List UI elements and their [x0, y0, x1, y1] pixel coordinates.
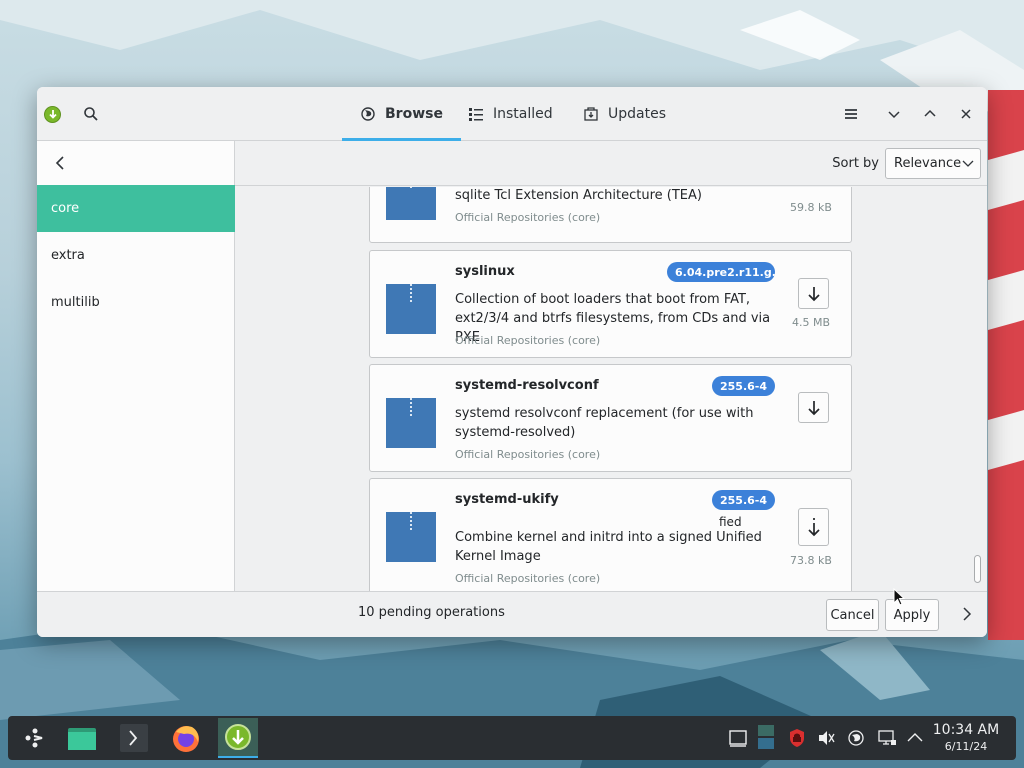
- sort-dropdown-value: Relevance: [894, 156, 962, 171]
- sidebar-item-core[interactable]: core: [37, 185, 235, 232]
- pending-operations-count: 10 pending operations: [358, 605, 505, 620]
- chevron-down-icon: [962, 160, 974, 167]
- version-badge: 6.04.pre2.r11.g...: [667, 262, 775, 282]
- app-launcher-icon[interactable]: [18, 722, 50, 754]
- package-description: Combine kernel and initrd into a signed …: [455, 530, 762, 564]
- package-description: systemd resolvconf replacement (for use …: [455, 406, 754, 440]
- file-manager-icon[interactable]: [66, 722, 98, 754]
- security-shield-icon[interactable]: [787, 728, 807, 748]
- version-badge: 255.6-4: [711, 376, 775, 396]
- sidebar-item-label: multilib: [51, 295, 100, 310]
- show-desktop-icon[interactable]: [728, 728, 748, 748]
- discover-icon: [225, 724, 251, 750]
- package-name: systemd-ukify: [455, 492, 559, 507]
- clock-date[interactable]: 6/11/24: [928, 740, 1004, 753]
- package-icon: [386, 284, 436, 334]
- sidebar-item-extra[interactable]: extra: [37, 232, 235, 279]
- discover-window: Browse Installed Updates core extra mult…: [37, 87, 987, 637]
- discover-app-icon: [44, 106, 61, 123]
- list-icon: [469, 108, 483, 121]
- sidebar-item-label: extra: [51, 248, 85, 263]
- tab-browse-label: Browse: [385, 106, 443, 122]
- display-network-icon[interactable]: [877, 728, 897, 748]
- package-repository: Official Repositories (core): [455, 334, 601, 347]
- terminal-icon[interactable]: [118, 722, 150, 754]
- sort-label: Sort by: [832, 156, 879, 171]
- maximize-icon[interactable]: [920, 104, 940, 124]
- package-icon: [386, 187, 436, 220]
- sort-dropdown[interactable]: Relevance: [885, 148, 981, 179]
- tab-updates[interactable]: Updates: [583, 87, 666, 141]
- discover-taskbar-item[interactable]: [218, 718, 258, 758]
- download-button[interactable]: [798, 508, 829, 546]
- system-tray-expand-icon[interactable]: [905, 728, 925, 748]
- download-arrow-icon: [807, 518, 820, 537]
- package-repository: Official Repositories (core): [455, 572, 601, 585]
- package-card-syslinux[interactable]: syslinux 6.04.pre2.r11.g... Collection o…: [369, 250, 852, 358]
- taskbar: 10:34 AM 6/11/24: [8, 716, 1016, 760]
- download-arrow-icon: [807, 400, 820, 415]
- mouse-cursor-icon: [893, 588, 906, 606]
- download-arrow-icon: [807, 286, 820, 301]
- sort-bar: Sort by Relevance: [235, 141, 987, 186]
- package-repository: Official Repositories (core): [455, 211, 601, 224]
- version-badge: 255.6-4: [711, 490, 775, 510]
- minimize-icon[interactable]: [884, 104, 904, 124]
- download-button[interactable]: [798, 278, 829, 309]
- package-card-systemd-ukify[interactable]: systemd-ukify 255.6-4 fied Combine kerne…: [369, 478, 852, 591]
- search-icon[interactable]: [81, 104, 101, 124]
- network-globe-icon[interactable]: [846, 728, 866, 748]
- globe-icon: [361, 107, 375, 121]
- package-repository: Official Repositories (core): [455, 448, 601, 461]
- package-icon: [386, 398, 436, 448]
- tab-installed[interactable]: Installed: [468, 87, 553, 141]
- sidebar-item-multilib[interactable]: multilib: [37, 279, 235, 326]
- hamburger-menu-icon[interactable]: [841, 104, 861, 124]
- package-icon: [386, 512, 436, 562]
- pager-icon[interactable]: [757, 724, 775, 750]
- package-list: sqlite Tcl Extension Architecture (TEA) …: [235, 187, 987, 591]
- close-icon[interactable]: [956, 104, 976, 124]
- download-button[interactable]: [798, 392, 829, 423]
- package-card[interactable]: sqlite Tcl Extension Architecture (TEA) …: [369, 187, 852, 243]
- package-name: systemd-resolvconf: [455, 378, 599, 393]
- package-name: syslinux: [455, 264, 515, 279]
- volume-muted-icon[interactable]: [816, 728, 836, 748]
- tab-installed-label: Installed: [493, 106, 553, 122]
- updates-icon: [584, 107, 598, 121]
- chevron-right-icon[interactable]: [959, 606, 975, 622]
- sidebar-item-label: core: [51, 201, 80, 216]
- pending-operations-bar: 10 pending operations Cancel Apply: [37, 591, 987, 637]
- package-size: 59.8 kB: [790, 201, 832, 214]
- list-scrollbar-thumb[interactable]: [974, 555, 981, 583]
- firefox-icon[interactable]: [170, 722, 202, 754]
- package-content: Sort by Relevance sqlite Tcl Extension A…: [235, 141, 987, 591]
- package-size: 4.5 MB: [791, 316, 831, 329]
- window-titlebar: Browse Installed Updates: [37, 87, 987, 141]
- tab-browse[interactable]: Browse: [342, 87, 461, 141]
- clock-time[interactable]: 10:34 AM: [928, 722, 1004, 738]
- back-arrow-icon[interactable]: [51, 153, 71, 173]
- package-card-systemd-resolvconf[interactable]: systemd-resolvconf 255.6-4 systemd resol…: [369, 364, 852, 472]
- category-sidebar: core extra multilib: [37, 141, 235, 591]
- package-description: sqlite Tcl Extension Architecture (TEA): [455, 188, 702, 203]
- tab-updates-label: Updates: [608, 106, 666, 122]
- cancel-button[interactable]: Cancel: [826, 599, 879, 631]
- package-size: 73.8 kB: [790, 554, 832, 567]
